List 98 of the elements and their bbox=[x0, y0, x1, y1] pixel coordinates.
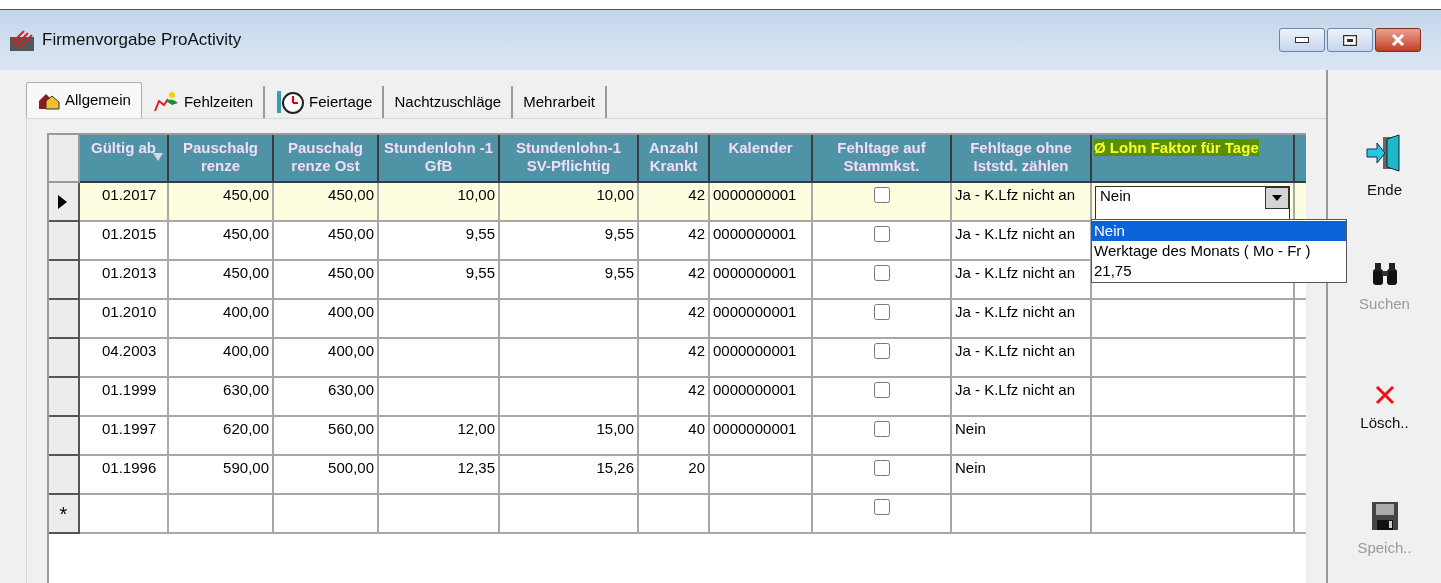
checkbox[interactable] bbox=[873, 460, 890, 476]
table-cell: 450,00 bbox=[168, 260, 273, 299]
table-cell: 0000000001 bbox=[709, 416, 812, 455]
dropdown-button[interactable] bbox=[1265, 187, 1289, 209]
table-cell: 400,00 bbox=[168, 299, 273, 338]
row-header[interactable] bbox=[49, 260, 79, 299]
table-cell: 01.2010 bbox=[79, 299, 168, 338]
dropdown-field[interactable]: Nein bbox=[1095, 186, 1290, 220]
checkbox[interactable] bbox=[873, 265, 890, 281]
maximize-icon bbox=[1343, 34, 1357, 46]
sort-arrow-icon bbox=[153, 153, 163, 161]
app-logo-icon bbox=[10, 29, 34, 51]
table-cell: Ja - K.Lfz nicht an bbox=[951, 299, 1091, 338]
table-cell: 0000000001 bbox=[709, 377, 812, 416]
table-cell: 01.2015 bbox=[79, 221, 168, 260]
table-cell: 9,55 bbox=[378, 260, 499, 299]
table-cell: Nein bbox=[951, 416, 1091, 455]
table-cell: 450,00 bbox=[273, 260, 378, 299]
dropdown-option[interactable]: 21,75 bbox=[1092, 261, 1346, 281]
table-cell: Ja - K.Lfz nicht an bbox=[951, 260, 1091, 299]
table-cell: 12,35 bbox=[378, 455, 499, 494]
table-cell: 42 bbox=[638, 338, 709, 377]
table-cell: Ja - K.Lfz nicht an bbox=[951, 338, 1091, 377]
tab[interactable]: Allgemein bbox=[26, 82, 142, 118]
dropdown-option[interactable]: Werktage des Monats ( Mo - Fr ) bbox=[1092, 241, 1346, 261]
table-cell: 590,00 bbox=[168, 455, 273, 494]
table-cell: 450,00 bbox=[168, 182, 273, 221]
maximize-button[interactable] bbox=[1327, 28, 1373, 52]
window-title: Firmenvorgabe ProActivity bbox=[42, 29, 242, 52]
row-header[interactable] bbox=[49, 416, 79, 455]
checkbox[interactable] bbox=[873, 382, 890, 398]
row-header[interactable] bbox=[49, 182, 79, 221]
table-cell: 620,00 bbox=[168, 416, 273, 455]
toolbar-button[interactable]: Lösch.. bbox=[1344, 362, 1425, 457]
table-cell: Ja - K.Lfz nicht an bbox=[951, 182, 1091, 221]
table-cell: 42 bbox=[638, 299, 709, 338]
row-header[interactable] bbox=[49, 455, 79, 494]
delete-icon bbox=[1373, 384, 1396, 407]
minimize-icon bbox=[1295, 37, 1309, 43]
close-button[interactable] bbox=[1375, 28, 1421, 52]
table-cell: 9,55 bbox=[378, 221, 499, 260]
table-cell: 12,00 bbox=[378, 416, 499, 455]
table-cell: 560,00 bbox=[273, 416, 378, 455]
checkbox[interactable] bbox=[873, 187, 890, 203]
table-cell: 0000000001 bbox=[709, 299, 812, 338]
table-cell: 42 bbox=[638, 182, 709, 221]
column-header[interactable]: Ø Lohn Faktor für Tage bbox=[1091, 135, 1294, 182]
table-cell: 01.1996 bbox=[79, 455, 168, 494]
checkbox[interactable] bbox=[873, 421, 890, 437]
checkbox[interactable] bbox=[873, 304, 890, 320]
table-cell: 0000000001 bbox=[709, 182, 812, 221]
checkbox[interactable] bbox=[873, 226, 890, 242]
row-header[interactable] bbox=[49, 377, 79, 416]
table-cell: 10,00 bbox=[499, 182, 638, 221]
table-cell: 400,00 bbox=[273, 338, 378, 377]
table-cell: Ja - K.Lfz nicht an bbox=[951, 221, 1091, 260]
table-cell: 15,26 bbox=[499, 455, 638, 494]
table-cell: 04.2003 bbox=[79, 338, 168, 377]
table-cell: 01.2013 bbox=[79, 260, 168, 299]
table-cell: 42 bbox=[638, 221, 709, 260]
dropdown-option[interactable]: Nein bbox=[1092, 221, 1346, 241]
table-cell: 0000000001 bbox=[709, 338, 812, 377]
table-cell: 400,00 bbox=[168, 338, 273, 377]
table-cell: 450,00 bbox=[273, 182, 378, 221]
row-header[interactable] bbox=[49, 338, 79, 377]
caret-icon bbox=[1272, 195, 1282, 201]
table-cell: 9,55 bbox=[499, 221, 638, 260]
table-cell: Ja - K.Lfz nicht an bbox=[951, 377, 1091, 416]
table-cell: 630,00 bbox=[273, 377, 378, 416]
current-row-icon bbox=[58, 194, 67, 209]
table-cell: 0000000001 bbox=[709, 221, 812, 260]
table-cell: 450,00 bbox=[168, 221, 273, 260]
table-cell: 9,55 bbox=[499, 260, 638, 299]
table-cell: 400,00 bbox=[273, 299, 378, 338]
table-cell: 42 bbox=[638, 377, 709, 416]
checkbox[interactable] bbox=[873, 343, 890, 359]
clock-icon bbox=[275, 88, 306, 116]
table-cell: 01.2017 bbox=[79, 182, 168, 221]
table-cell: 20 bbox=[638, 455, 709, 494]
table-cell: Nein bbox=[951, 455, 1091, 494]
close-icon bbox=[1391, 34, 1405, 46]
table-cell: 10,00 bbox=[378, 182, 499, 221]
row-header[interactable] bbox=[49, 299, 79, 338]
new-row-header[interactable]: * bbox=[49, 494, 79, 533]
checkbox[interactable] bbox=[873, 499, 890, 515]
table-cell: 0000000001 bbox=[709, 260, 812, 299]
table-cell: 500,00 bbox=[273, 455, 378, 494]
table-cell: 450,00 bbox=[273, 221, 378, 260]
table-cell: 01.1997 bbox=[79, 416, 168, 455]
toolbar-button[interactable]: Ende bbox=[1344, 120, 1425, 215]
save-icon bbox=[1370, 501, 1399, 532]
table-cell: 01.1999 bbox=[79, 377, 168, 416]
table-cell: 630,00 bbox=[168, 377, 273, 416]
row-header[interactable] bbox=[49, 221, 79, 260]
table-cell: 40 bbox=[638, 416, 709, 455]
table-cell: 42 bbox=[638, 260, 709, 299]
table-cell: 15,00 bbox=[499, 416, 638, 455]
minimize-button[interactable] bbox=[1279, 28, 1325, 52]
